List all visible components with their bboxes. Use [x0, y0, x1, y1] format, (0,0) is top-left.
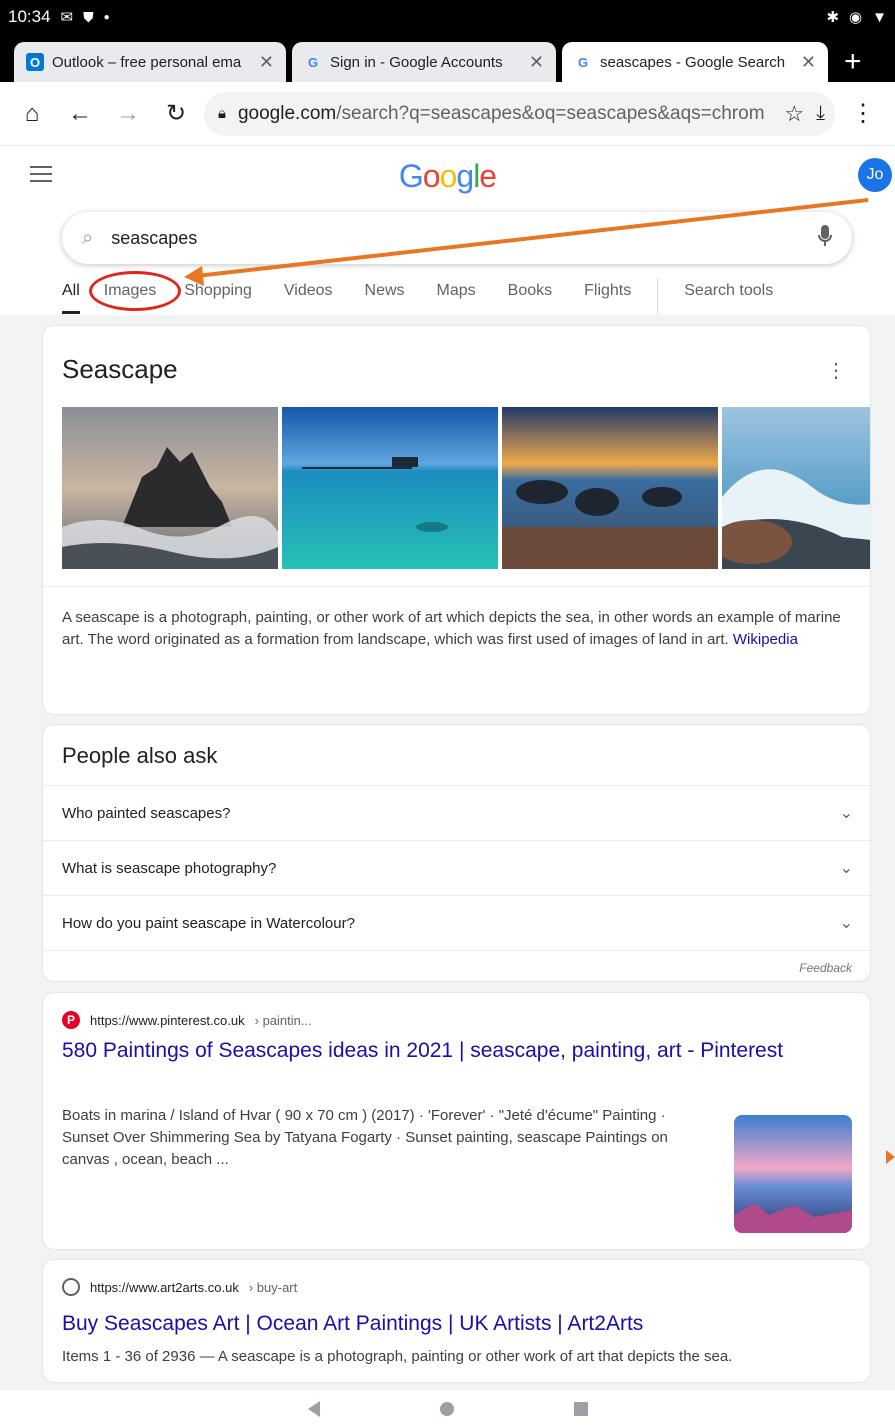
tab-strip: O Outlook – free personal ema ✕ G Sign i… — [0, 34, 895, 82]
tab-flights[interactable]: Flights — [584, 278, 631, 314]
tab-outlook[interactable]: O Outlook – free personal ema ✕ — [14, 42, 286, 82]
tab-all[interactable]: All — [62, 278, 80, 314]
image-carousel[interactable] — [62, 407, 870, 569]
wifi-icon: ▼ — [872, 8, 887, 26]
home-icon[interactable]: ⌂ — [12, 94, 52, 134]
knowledge-panel-title: Seascape — [62, 354, 178, 384]
divider — [657, 278, 659, 314]
pinterest-icon: P — [62, 1011, 80, 1029]
dot-icon: ● — [103, 11, 110, 23]
divider — [43, 950, 870, 951]
recents-icon[interactable] — [573, 1402, 588, 1416]
google-icon: G — [307, 54, 319, 70]
avatar[interactable]: Jo — [858, 158, 892, 192]
result-title-link[interactable]: 580 Paintings of Seascapes ideas in 2021… — [62, 1037, 822, 1065]
google-icon: G — [577, 54, 589, 70]
tab-title: seascapes - Google Search — [600, 53, 786, 71]
browser-toolbar: ⌂ ← → ↻ 🔒︎ google.com/search?q=seascapes… — [0, 82, 895, 146]
search-box[interactable]: ⌕ seascapes — [62, 212, 852, 264]
wikipedia-link[interactable]: Wikipedia — [733, 631, 798, 648]
paa-question[interactable]: How do you paint seascape in Watercolour… — [43, 895, 870, 950]
seascape-image[interactable] — [712, 407, 870, 569]
clock: 10:34 — [8, 7, 51, 26]
close-icon[interactable]: ✕ — [259, 52, 274, 73]
divider — [43, 586, 870, 587]
google-logo[interactable]: Google — [0, 158, 895, 195]
result-url[interactable]: https://www.art2arts.co.uk › buy-art — [62, 1278, 297, 1296]
tab-google-accounts[interactable]: G Sign in - Google Accounts ✕ — [292, 42, 556, 82]
result-url[interactable]: P https://www.pinterest.co.uk › paintin.… — [62, 1011, 312, 1029]
download-icon[interactable]: ⤓ — [816, 102, 825, 125]
back-icon[interactable]: ← — [60, 94, 100, 134]
chevron-down-icon: ⌄ — [839, 860, 853, 877]
search-icon: ⌕ — [82, 226, 94, 249]
back-icon[interactable] — [307, 1401, 320, 1417]
paa-title: People also ask — [62, 743, 218, 768]
vibrate-icon: ◉ — [849, 9, 863, 26]
menu-dots-icon[interactable]: ⋮ — [843, 94, 883, 134]
lock-icon: 🔒︎ — [218, 105, 226, 122]
seascape-image[interactable] — [502, 407, 718, 569]
globe-icon — [62, 1278, 80, 1296]
search-result: P https://www.pinterest.co.uk › paintin.… — [42, 992, 871, 1250]
tab-shopping[interactable]: Shopping — [184, 278, 252, 314]
new-tab-icon[interactable]: + — [844, 42, 862, 82]
result-snippet: Items 1 - 36 of 2936 — A seascape is a p… — [62, 1348, 733, 1365]
search-tools-button[interactable]: Search tools — [684, 278, 773, 314]
url-text: google.com/search?q=seascapes&oq=seascap… — [237, 102, 765, 124]
gmail-icon: ✉ — [60, 9, 74, 26]
annotation-oval — [89, 271, 181, 311]
result-title-link[interactable]: Buy Seascapes Art | Ocean Art Paintings … — [62, 1310, 822, 1338]
search-input[interactable]: seascapes — [111, 228, 800, 249]
close-icon[interactable]: ✕ — [529, 52, 544, 73]
knowledge-panel-description: A seascape is a photograph, painting, or… — [62, 609, 841, 648]
chevron-down-icon: ⌄ — [839, 805, 853, 822]
bluetooth-icon: ✱ — [826, 9, 840, 26]
address-bar[interactable]: 🔒︎ google.com/search?q=seascapes&oq=seas… — [204, 91, 835, 136]
tab-title: Sign in - Google Accounts — [330, 53, 503, 71]
google-header: Google Jo — [0, 146, 895, 206]
tab-videos[interactable]: Videos — [284, 278, 333, 314]
result-snippet: Boats in marina / Island of Hvar ( 90 x … — [62, 1107, 668, 1168]
search-result: https://www.art2arts.co.uk › buy-art Buy… — [42, 1259, 871, 1383]
result-thumbnail[interactable] — [734, 1115, 852, 1233]
people-also-ask: People also ask Who painted seascapes? ⌄… — [42, 724, 871, 982]
chevron-down-icon: ⌄ — [839, 915, 853, 932]
tab-books[interactable]: Books — [508, 278, 552, 314]
shield-icon: ⛊ — [83, 8, 94, 25]
tab-title: Outlook – free personal ema — [52, 53, 242, 71]
tab-news[interactable]: News — [365, 278, 405, 314]
knowledge-panel: Seascape ⋮ A seascape is a photograph, p… — [42, 325, 871, 715]
seascape-image[interactable] — [282, 407, 498, 569]
screen: 10:34 ✉ ⛊ ● ✱ ◉ ▼ O Outlook – free perso… — [0, 0, 895, 1428]
forward-icon[interactable]: → — [108, 94, 148, 134]
tab-google-search[interactable]: G seascapes - Google Search ✕ — [562, 42, 828, 82]
system-nav-bar — [0, 1390, 895, 1428]
outlook-icon: O — [26, 53, 44, 71]
annotation-arrow-tip — [886, 1150, 895, 1164]
more-options-icon[interactable]: ⋮ — [826, 358, 846, 383]
paa-question[interactable]: What is seascape photography? ⌄ — [43, 840, 870, 895]
paa-question[interactable]: Who painted seascapes? ⌄ — [43, 785, 870, 840]
feedback-link[interactable]: Feedback — [799, 961, 852, 975]
close-icon[interactable]: ✕ — [801, 52, 816, 73]
star-icon[interactable]: ☆ — [784, 101, 804, 127]
home-icon[interactable] — [439, 1402, 454, 1416]
status-bar: 10:34 ✉ ⛊ ● ✱ ◉ ▼ — [0, 0, 895, 34]
tab-maps[interactable]: Maps — [437, 278, 476, 314]
microphone-icon[interactable] — [818, 224, 832, 252]
seascape-image[interactable] — [62, 407, 278, 569]
reload-icon[interactable]: ↻ — [156, 94, 196, 134]
